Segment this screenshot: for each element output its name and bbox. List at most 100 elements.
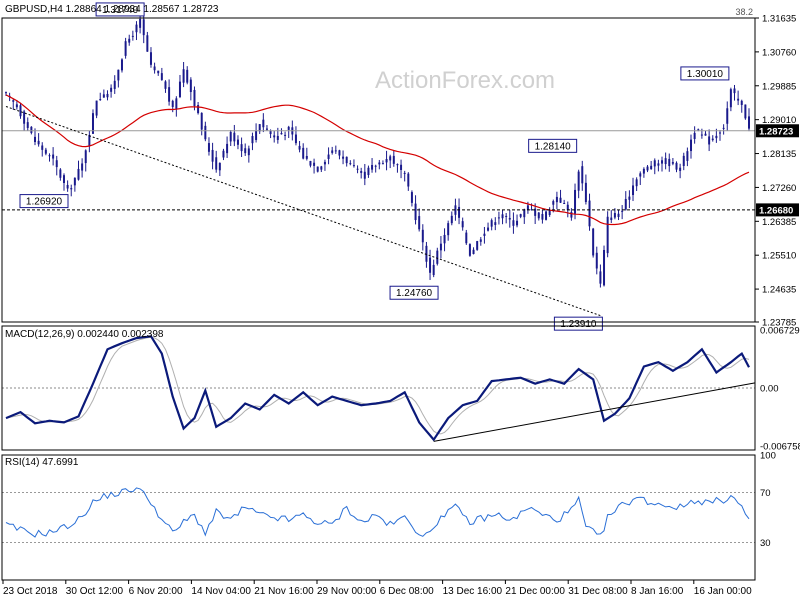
candle-body[interactable] [461,221,464,228]
candle-body[interactable] [305,155,308,159]
candle-body[interactable] [450,215,453,224]
candle-body[interactable] [740,100,743,105]
candle-body[interactable] [729,89,732,108]
candle-body[interactable] [748,116,750,129]
candle-body[interactable] [77,168,80,180]
candle-body[interactable] [479,239,482,242]
candle-body[interactable] [146,35,149,52]
candle-body[interactable] [468,244,471,256]
candle-body[interactable] [447,223,450,236]
candle-body[interactable] [711,138,714,141]
candle-body[interactable] [671,162,674,164]
candle-body[interactable] [356,168,359,170]
candle-body[interactable] [700,134,703,136]
candle-body[interactable] [236,139,239,145]
candle-body[interactable] [215,157,218,170]
candle-body[interactable] [613,213,616,218]
candle-body[interactable] [374,165,377,167]
candle-body[interactable] [624,198,627,210]
candle-body[interactable] [207,143,210,152]
candle-body[interactable] [563,203,566,205]
candle-body[interactable] [204,125,207,140]
candle-body[interactable] [650,165,653,170]
candle-body[interactable] [59,169,62,178]
candle-body[interactable] [106,93,109,98]
candle-body[interactable] [124,41,127,56]
rsi-pane[interactable] [2,487,755,543]
candle-body[interactable] [287,126,290,130]
candle-body[interactable] [360,171,363,173]
candle-body[interactable] [472,249,475,254]
candle-body[interactable] [693,132,696,139]
candle-body[interactable] [508,217,511,220]
candle-body[interactable] [139,18,142,28]
candle-body[interactable] [566,204,569,210]
candle-body[interactable] [661,160,664,164]
candle-body[interactable] [516,220,519,226]
candle-body[interactable] [164,81,167,89]
candle-body[interactable] [247,148,250,156]
candle-body[interactable] [733,88,736,94]
candle-body[interactable] [378,162,381,165]
candle-body[interactable] [149,52,152,65]
candle-body[interactable] [385,158,388,163]
candle-body[interactable] [110,87,113,92]
candle-body[interactable] [363,171,366,179]
candle-body[interactable] [186,69,189,83]
candle-body[interactable] [381,163,384,165]
candle-body[interactable] [512,220,515,226]
candle-body[interactable] [675,162,678,170]
candle-body[interactable] [458,206,461,218]
candle-body[interactable] [345,156,348,164]
candle-body[interactable] [392,155,395,164]
candle-body[interactable] [559,197,562,203]
candle-body[interactable] [505,215,508,217]
candle-body[interactable] [519,214,522,217]
candle-body[interactable] [657,163,660,166]
candle-body[interactable] [160,73,163,80]
candle-body[interactable] [313,162,316,166]
candle-body[interactable] [269,131,272,135]
candle-body[interactable] [309,160,312,166]
candle-body[interactable] [581,166,584,184]
candle-body[interactable] [642,168,645,174]
candle-body[interactable] [719,132,722,134]
candle-body[interactable] [81,163,84,171]
candle-body[interactable] [298,145,301,150]
candle-body[interactable] [197,105,200,114]
candle-body[interactable] [19,105,22,117]
candle-body[interactable] [389,156,392,161]
candle-body[interactable] [679,167,682,171]
candle-body[interactable] [168,87,171,102]
candle-body[interactable] [117,69,120,81]
candle-body[interactable] [494,222,497,225]
candle-body[interactable] [327,154,330,159]
candle-body[interactable] [588,200,591,227]
candle-body[interactable] [744,104,747,119]
candle-body[interactable] [99,99,102,101]
candle-body[interactable] [407,173,410,187]
candle-body[interactable] [697,129,700,131]
candle-body[interactable] [73,177,76,186]
candle-body[interactable] [465,232,468,244]
candle-body[interactable] [490,220,493,227]
price-pane[interactable]: 38.21.317401.269201.247601.281401.239101… [2,2,755,331]
candle-body[interactable] [142,19,145,36]
candle-body[interactable] [686,151,689,161]
candle-body[interactable] [584,182,587,202]
candle-body[interactable] [639,173,642,177]
candle-body[interactable] [62,175,65,183]
candle-body[interactable] [737,98,740,101]
candle-body[interactable] [113,80,116,89]
candle-body[interactable] [352,165,355,167]
candle-body[interactable] [715,135,718,139]
candle-body[interactable] [316,166,319,172]
candle-body[interactable] [682,155,685,166]
candle-body[interactable] [193,89,196,107]
macd-pane[interactable] [2,335,756,442]
candle-body[interactable] [280,133,283,135]
candle-body[interactable] [555,196,558,203]
candle-body[interactable] [414,203,417,221]
candle-body[interactable] [367,167,370,176]
candle-body[interactable] [606,216,609,254]
